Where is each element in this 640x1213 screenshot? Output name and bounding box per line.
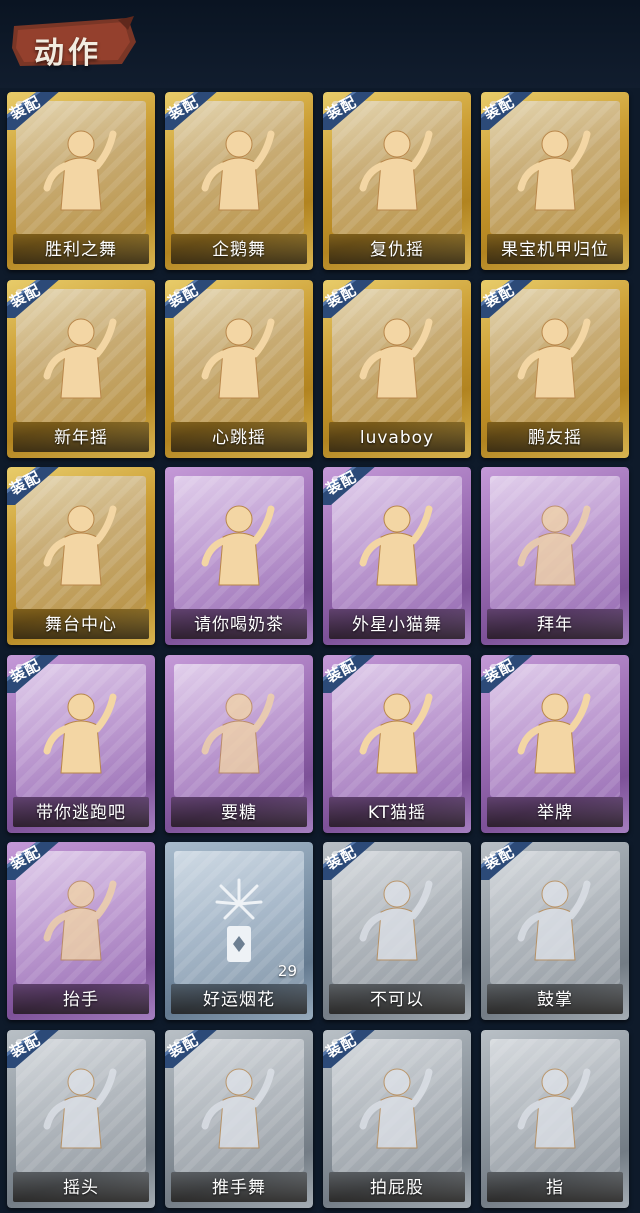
victory-dance-icon — [41, 122, 121, 218]
emote-card[interactable]: luvaboy 装配 — [323, 279, 471, 458]
emote-name: 举牌 — [537, 802, 573, 823]
equipped-badge: 装配 — [7, 1029, 61, 1068]
push-hand-dance-icon — [199, 1060, 279, 1156]
emote-name: 要糖 — [221, 802, 257, 823]
equipped-badge: 装配 — [7, 92, 61, 130]
emote-name: 心跳摇 — [212, 427, 266, 448]
emote-name: 企鹅舞 — [212, 240, 266, 260]
emote-card[interactable]: 拜年 — [481, 467, 629, 645]
equipped-badge: 装配 — [481, 279, 535, 318]
item-count: 29 — [277, 962, 297, 980]
equipped-badge: 装配 — [7, 654, 61, 693]
equipped-badge: 装配 — [165, 92, 219, 130]
emote-card[interactable]: 外星小猫舞 装配 — [323, 467, 471, 645]
emote-card[interactable]: 举牌 装配 — [481, 654, 629, 833]
emote-name: 好运烟花 — [203, 990, 275, 1010]
stage-center-icon — [41, 497, 121, 593]
emote-card[interactable]: 心跳摇 装配 — [165, 279, 313, 458]
equipped-badge: 装配 — [7, 842, 61, 880]
luvaboy-icon — [357, 310, 437, 406]
raise-hand-icon — [41, 872, 121, 968]
emote-card[interactable]: 新年摇 装配 — [7, 279, 155, 458]
emote-name: 胜利之舞 — [45, 240, 117, 260]
alien-cat-dance-icon — [357, 497, 437, 593]
equipped-badge: 装配 — [323, 842, 377, 880]
emote-card[interactable]: 要糖 — [165, 654, 313, 833]
emote-name: 外星小猫舞 — [352, 615, 442, 635]
page-title: 动作 — [34, 36, 102, 71]
revenge-shake-icon — [357, 122, 437, 218]
emote-name: 舞台中心 — [45, 615, 117, 635]
emote-card[interactable]: 摇头 装配 — [7, 1029, 155, 1208]
emote-name: 摇头 — [63, 1177, 99, 1198]
equipped-badge: 装配 — [323, 279, 377, 318]
mecha-pose-icon — [515, 122, 595, 218]
emote-name: 新年摇 — [54, 427, 108, 448]
heartbeat-shake-icon — [199, 310, 279, 406]
emote-name: 指 — [546, 1177, 564, 1198]
equipped-badge: 装配 — [481, 92, 535, 130]
milk-tea-icon — [199, 497, 279, 593]
title-banner: 动作 — [10, 12, 138, 71]
emote-name: 拜年 — [537, 615, 573, 635]
emote-name: 带你逃跑吧 — [36, 802, 126, 823]
emote-card[interactable]: 指 — [481, 1029, 629, 1208]
emote-name: 请你喝奶茶 — [194, 615, 284, 635]
new-year-shake-icon — [41, 310, 121, 406]
emote-name: 鹏友摇 — [528, 427, 582, 448]
emote-card[interactable]: 拍屁股 装配 — [323, 1029, 471, 1208]
point-icon — [515, 1060, 595, 1156]
equipped-badge: 装配 — [323, 92, 377, 130]
pat-butt-icon — [357, 1060, 437, 1156]
friend-shake-icon — [515, 310, 595, 406]
emote-card[interactable]: 带你逃跑吧 装配 — [7, 654, 155, 833]
equipped-badge: 装配 — [165, 1029, 219, 1068]
run-away-icon — [41, 685, 121, 781]
emote-name: 果宝机甲归位 — [501, 240, 609, 260]
equipped-badge: 装配 — [7, 467, 61, 505]
emote-card[interactable]: 鹏友摇 装配 — [481, 279, 629, 458]
emote-card[interactable]: 推手舞 装配 — [165, 1029, 313, 1208]
new-year-greeting-icon — [515, 497, 595, 593]
emote-card[interactable]: 请你喝奶茶 — [165, 467, 313, 645]
emote-card[interactable]: 鼓掌 装配 — [481, 842, 629, 1020]
emote-name: KT猫摇 — [367, 802, 427, 823]
emote-card[interactable]: KT猫摇 装配 — [323, 654, 471, 833]
equipped-badge: 装配 — [323, 1029, 377, 1068]
no-finger-icon — [357, 872, 437, 968]
equipped-badge: 装配 — [323, 654, 377, 693]
emote-card[interactable]: 胜利之舞 装配 — [7, 92, 155, 270]
emote-name: 复仇摇 — [370, 240, 424, 260]
emote-name: 推手舞 — [212, 1177, 266, 1198]
equipped-badge: 装配 — [165, 279, 219, 318]
emote-card[interactable]: 抬手 装配 — [7, 842, 155, 1020]
emote-card[interactable]: 复仇摇 装配 — [323, 92, 471, 270]
header: 动作 — [0, 0, 640, 88]
hold-sign-icon — [515, 685, 595, 781]
emote-name: luvaboy — [359, 427, 435, 448]
emote-card[interactable]: 不可以 装配 — [323, 842, 471, 1020]
emote-name: 鼓掌 — [537, 990, 573, 1010]
emote-name: 抬手 — [63, 990, 99, 1010]
emote-name: 拍屁股 — [370, 1177, 424, 1198]
equipped-badge: 装配 — [481, 842, 535, 880]
clap-icon — [515, 872, 595, 968]
shake-head-icon — [41, 1060, 121, 1156]
emote-card[interactable]: 企鹅舞 装配 — [165, 92, 313, 270]
emote-card[interactable]: 29 好运烟花 — [165, 842, 313, 1020]
emote-card[interactable]: 舞台中心 装配 — [7, 467, 155, 645]
penguin-dance-icon — [199, 122, 279, 218]
emote-name: 不可以 — [370, 990, 424, 1010]
kt-cat-shake-icon — [357, 685, 437, 781]
firework-icon — [199, 872, 279, 968]
emote-card[interactable]: 果宝机甲归位 装配 — [481, 92, 629, 270]
equipped-badge: 装配 — [323, 467, 377, 505]
equipped-badge: 装配 — [7, 279, 61, 318]
ask-candy-icon — [199, 685, 279, 781]
equipped-badge: 装配 — [481, 654, 535, 693]
